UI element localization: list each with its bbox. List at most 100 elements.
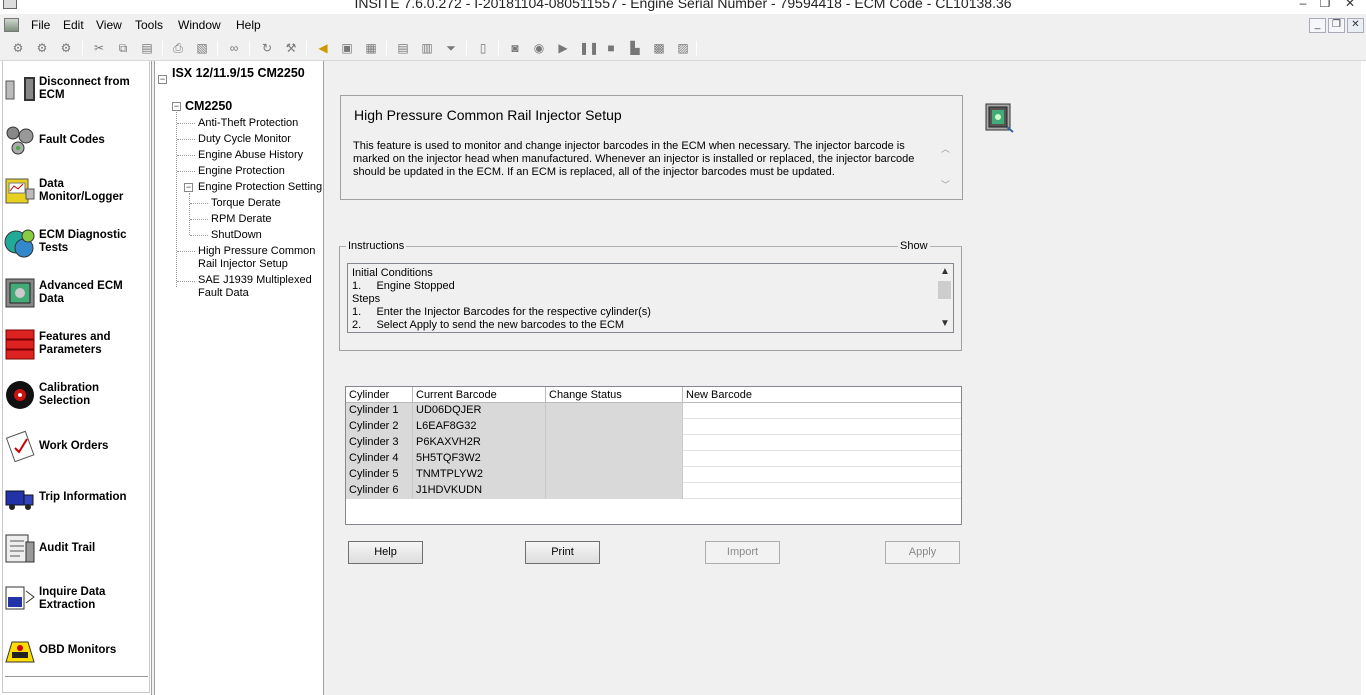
record-icon[interactable]: ◉ [531,40,547,56]
nav-calibration-selection[interactable]: Calibration Selection [3,375,147,415]
nav-inquire-data-extraction[interactable]: Inquire Data Extraction [3,579,147,619]
mdi-close-button[interactable]: ✕ [1347,18,1364,33]
nav-advanced-ecm-data[interactable]: Advanced ECM Data [3,273,147,313]
column-header-current-barcode: Current Barcode [413,387,546,403]
cell-new-barcode[interactable] [683,419,961,435]
menu-window[interactable]: Window [178,18,221,32]
play-icon[interactable]: ▶ [555,40,571,56]
nav-label: ECM Diagnostic Tests [39,229,127,254]
print-preview-icon[interactable]: ▧ [194,40,210,56]
reconnect-icon[interactable]: ⚙ [58,40,74,56]
nav-work-orders[interactable]: Work Orders [3,426,147,466]
disconnect-icon[interactable]: ⚙ [34,40,50,56]
cell-current-barcode: L6EAF8G32 [413,419,546,435]
cell-current-barcode: UD06DQJER [413,403,546,419]
main-scrollbar[interactable] [1361,61,1366,695]
horn-icon[interactable]: ◀ [315,40,331,56]
report-list-icon[interactable]: ▥ [419,40,435,56]
column-header-change-status: Change Status [546,387,683,403]
column-header-cylinder: Cylinder [346,387,413,403]
cut-icon[interactable]: ✂ [91,40,107,56]
import-button[interactable]: Import [705,541,780,564]
stop-icon[interactable]: ■ [603,40,619,56]
menu-edit[interactable]: Edit [63,18,84,32]
tree-collapse-root-icon[interactable]: − [158,75,167,84]
nav-ecm-diagnostic-tests[interactable]: ECM Diagnostic Tests [3,222,147,262]
cell-new-barcode[interactable] [683,451,961,467]
close-button[interactable]: ✕ [1340,0,1360,10]
cell-new-barcode[interactable] [683,435,961,451]
cell-change-status [546,483,683,499]
save-log-icon[interactable]: ▩ [651,40,667,56]
tree-collapse-cm2250-icon[interactable]: − [172,102,181,111]
tree-item-engine-protection-setting[interactable]: Engine Protection Setting [198,181,322,193]
description-scroll-down-icon[interactable]: ﹀ [941,178,950,191]
scroll-down-icon[interactable]: ▼ [940,318,950,329]
minimize-button[interactable]: – [1293,0,1313,10]
mdi-minimize-button[interactable]: _ [1309,18,1326,33]
menu-file[interactable]: File [31,18,50,32]
nav-audit-trail[interactable]: Audit Trail [3,528,147,568]
instructions-show-toggle[interactable]: Show [898,240,930,252]
nav-features-and-parameters[interactable]: Features and Parameters [3,324,147,364]
tree-item-hpcr-injector-setup[interactable]: High Pressure Common Rail Injector Setup [198,245,320,271]
tree-collapse-engine-protection-setting-icon[interactable]: − [184,183,193,192]
monitor-icon[interactable]: ▣ [339,40,355,56]
snapshot-icon[interactable]: ▦ [363,40,379,56]
page-icon[interactable]: ▯ [475,40,491,56]
copy-icon[interactable]: ⧉ [115,40,131,56]
tree-item-sae-j1939-fault-data[interactable]: SAE J1939 Multiplexed Fault Data [198,274,320,300]
cell-new-barcode[interactable] [683,467,961,483]
nav-label: Trip Information [39,491,127,503]
print-button[interactable]: Print [525,541,600,564]
camera-icon[interactable]: ◙ [507,40,523,56]
find-icon[interactable]: ∞ [226,40,242,56]
tree-item-rpm-derate[interactable]: RPM Derate [211,213,272,225]
paste-icon[interactable]: ▤ [139,40,155,56]
scroll-up-icon[interactable]: ▲ [940,266,950,277]
tree-item-engine-abuse-history[interactable]: Engine Abuse History [198,149,303,161]
tree-item-duty-cycle-monitor[interactable]: Duty Cycle Monitor [198,133,291,145]
mdi-restore-button[interactable]: ❐ [1328,18,1345,33]
column-header-new-barcode: New Barcode [683,387,961,403]
help-button[interactable]: Help [348,541,423,564]
tree-cm2250[interactable]: CM2250 [185,99,232,113]
menu-tools[interactable]: Tools [135,18,163,32]
tree-item-shutdown[interactable]: ShutDown [211,229,262,241]
nav-disconnect-from-ecm[interactable]: Disconnect from ECM [3,69,147,109]
scroll-thumb[interactable] [938,281,951,299]
tree-item-anti-theft-protection[interactable]: Anti-Theft Protection [198,117,298,129]
menu-view[interactable]: View [96,18,122,32]
tree-root[interactable]: ISX 12/11.9/15 CM2250 [172,65,312,81]
connect-icon[interactable]: ⚙ [10,40,26,56]
pause-icon[interactable]: ❚❚ [579,40,599,56]
menu-help[interactable]: Help [236,18,261,32]
nav-obd-monitors[interactable]: OBD Monitors [3,630,147,670]
tree-item-engine-protection[interactable]: Engine Protection [198,165,285,177]
cell-new-barcode[interactable] [683,483,961,499]
report-icon[interactable]: ▤ [395,40,411,56]
refresh-icon[interactable]: ↻ [259,40,275,56]
settings-icon[interactable]: ⚒ [283,40,299,56]
nav-data-monitor-logger[interactable]: Data Monitor/Logger [3,171,147,211]
restore-button[interactable]: ❐ [1315,0,1335,10]
cell-cylinder: Cylinder 1 [346,403,413,419]
instructions-group: Instructions Show Initial Conditions 1. … [339,240,962,351]
apply-button[interactable]: Apply [885,541,960,564]
nav-label: Audit Trail [39,542,96,554]
nav-fault-codes[interactable]: Fault Codes [3,120,147,160]
filter-icon[interactable]: ⏷ [443,40,459,56]
notes-icon[interactable]: ▨ [675,40,691,56]
cell-new-barcode[interactable] [683,403,961,419]
nav-label: Disconnect from ECM [39,76,130,101]
main-panel: High Pressure Common Rail Injector Setup… [325,61,1366,695]
nav-trip-information[interactable]: Trip Information [3,477,147,517]
print-icon[interactable]: ⎙ [170,40,186,56]
tree-item-torque-derate[interactable]: Torque Derate [211,197,281,209]
description-scroll-up-icon[interactable]: ︿ [941,142,950,155]
instructions-scrollbar[interactable]: ▲ ▼ [936,264,953,332]
mdi-document-icon[interactable] [4,18,19,32]
advanced-ecm-data-icon [5,278,35,308]
cell-change-status [546,403,683,419]
export-icon[interactable]: ▙ [627,40,643,56]
